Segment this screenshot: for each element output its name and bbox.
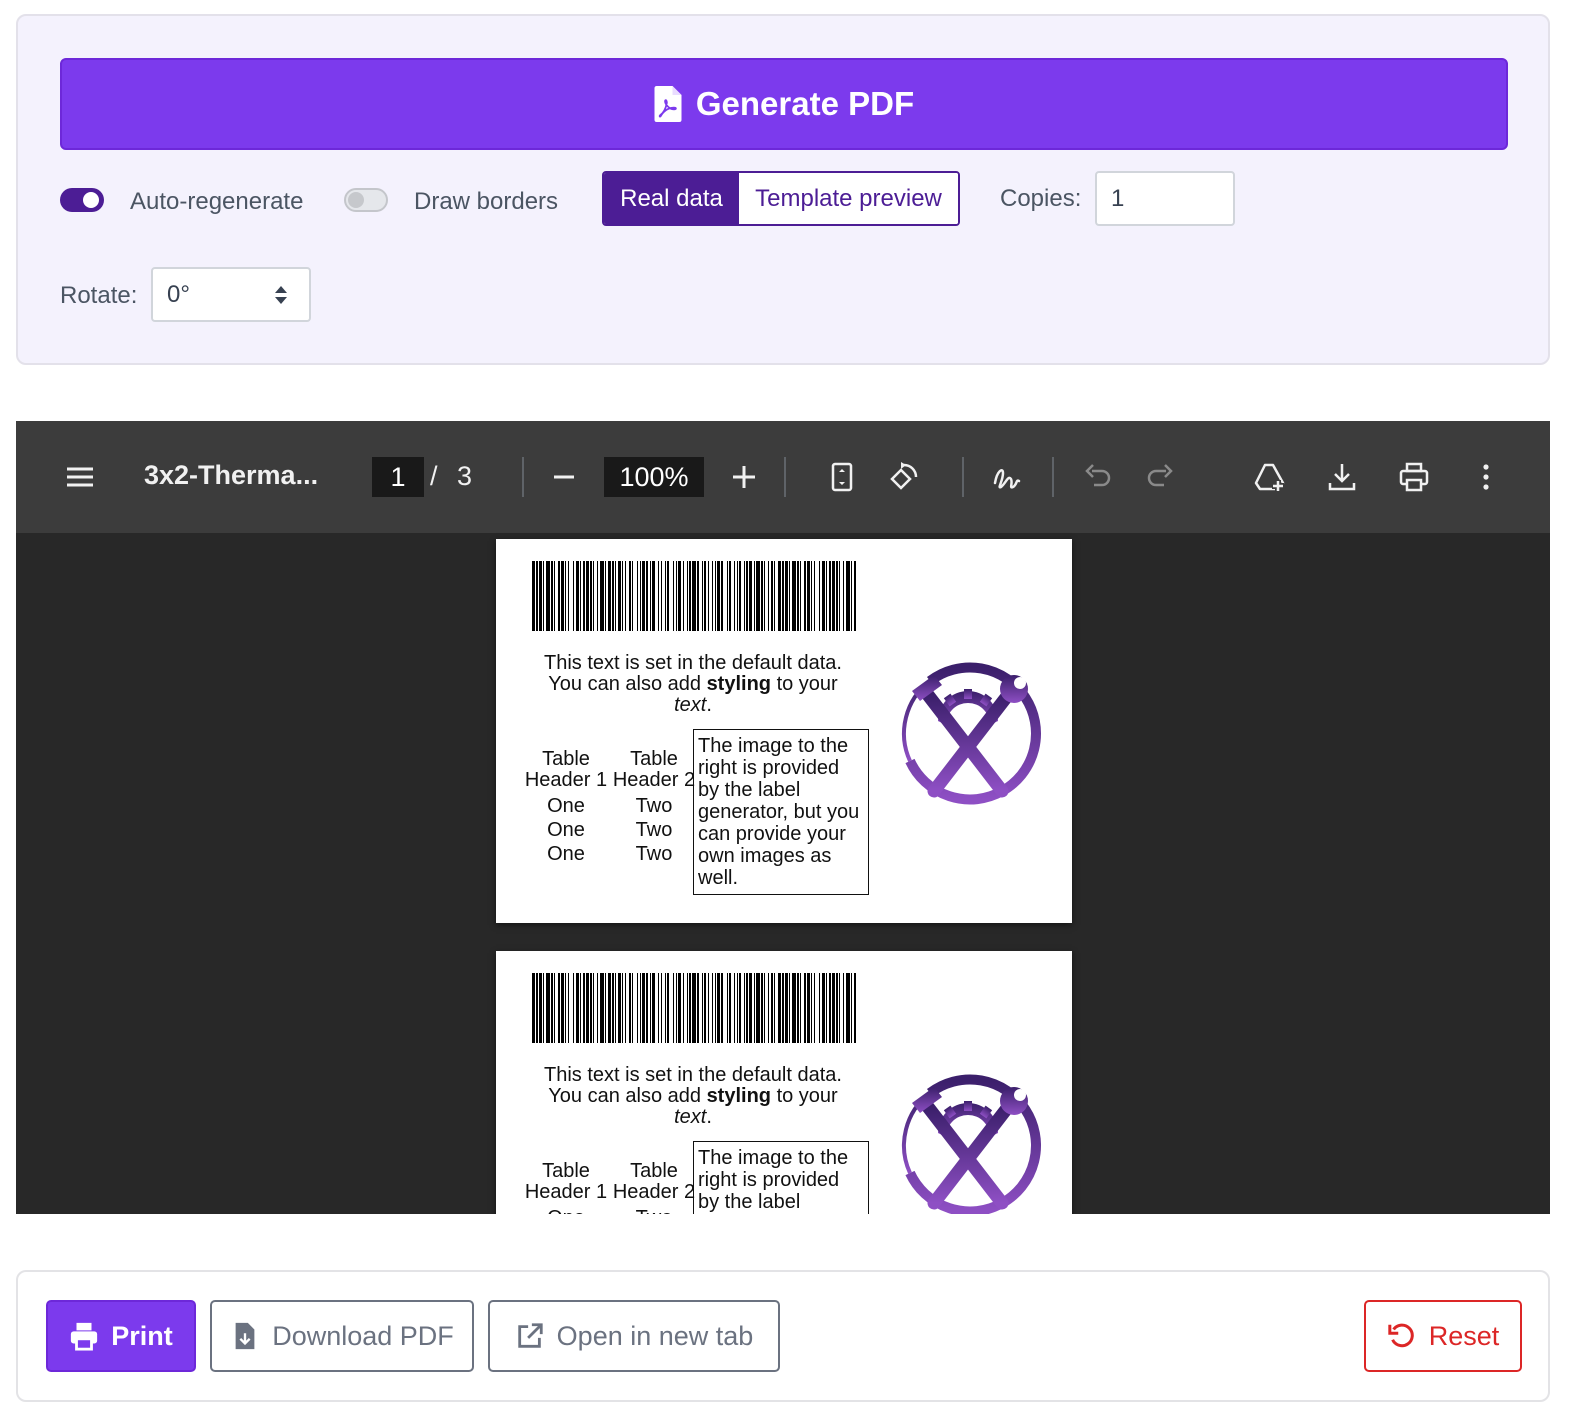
toggle-knob: [348, 192, 364, 208]
draw-borders-label: Draw borders: [414, 188, 559, 215]
action-bar: Print Download PDF Open in new tab Reset: [16, 1270, 1550, 1402]
table-header: Table Header 2: [612, 748, 696, 791]
toolbar-divider: [522, 457, 524, 497]
copies-label: Copies:: [1000, 185, 1082, 212]
download-icon[interactable]: [1326, 461, 1358, 493]
toolbar-divider: [1052, 457, 1054, 497]
open-new-tab-label: Open in new tab: [556, 1320, 754, 1351]
table-row: OneTwo: [547, 819, 673, 841]
rotate-page-icon[interactable]: [888, 461, 920, 493]
image-note-box: The image to the right is provided by th…: [693, 729, 869, 895]
mode-template-preview[interactable]: Template preview: [739, 173, 958, 224]
print-label: Print: [111, 1320, 173, 1351]
drive-save-icon[interactable]: [1254, 461, 1286, 493]
table-row: OneTwo: [547, 795, 673, 817]
table-header: Table Header 1: [524, 748, 608, 791]
fit-page-icon[interactable]: [826, 461, 858, 493]
mode-real-data[interactable]: Real data: [604, 173, 739, 224]
label-description: This text is set in the default data. Yo…: [544, 1064, 842, 1128]
draw-borders-toggle[interactable]: [344, 188, 388, 212]
pdf-page: This text is set in the default data. Yo…: [496, 951, 1072, 1214]
auto-regenerate-label: Auto-regenerate: [130, 188, 304, 215]
barcode: [532, 973, 856, 1043]
pdf-viewer: 3x2-Therma... 1 / 3 100% This text is se…: [16, 421, 1550, 1214]
page-total: 3: [457, 461, 473, 491]
toolbar-divider: [784, 457, 786, 497]
file-download-icon: [235, 1322, 255, 1350]
tools-logo-icon: [902, 1074, 1041, 1214]
print-icon: [71, 1322, 98, 1351]
viewer-toolbar: 3x2-Therma... 1 / 3 100%: [16, 421, 1550, 533]
menu-icon[interactable]: [64, 461, 96, 493]
reset-label: Reset: [1428, 1320, 1500, 1351]
table-row: OneTwo: [547, 843, 673, 865]
label-table: Table Header 1 Table Header 2 OneTwo One…: [522, 749, 698, 866]
reset-button[interactable]: Reset: [1364, 1300, 1522, 1372]
document-title: 3x2-Therma...: [144, 460, 319, 490]
rotate-label: Rotate:: [60, 282, 138, 309]
auto-regenerate-toggle[interactable]: [60, 188, 104, 212]
image-note-box: The image to the right is provided by th…: [693, 1141, 869, 1214]
label-table: Table Header 1 Table Header 2 OneTwo One…: [522, 1160, 698, 1215]
generate-pdf-label: Generate PDF: [695, 85, 915, 122]
settings-panel: Generate PDF Auto-regenerate Draw border…: [16, 14, 1550, 365]
zoom-in-icon[interactable]: [728, 461, 760, 493]
select-arrows-icon: [275, 286, 287, 304]
page-number-input[interactable]: 1: [372, 457, 424, 497]
page-separator: /: [430, 461, 438, 491]
pdf-page: This text is set in the default data. Yo…: [496, 539, 1072, 923]
undo-icon[interactable]: [1082, 461, 1114, 493]
redo-icon[interactable]: [1144, 461, 1176, 493]
table-row: OneTwo: [522, 1206, 698, 1214]
toggle-knob: [83, 192, 99, 208]
pdf-file-icon: [654, 86, 682, 122]
zoom-out-icon[interactable]: [548, 461, 580, 493]
barcode: [532, 561, 856, 631]
label-description: This text is set in the default data. Yo…: [544, 652, 842, 716]
download-pdf-label: Download PDF: [272, 1320, 454, 1351]
table-header: Table Header 2: [612, 1160, 696, 1203]
tools-logo-icon: [902, 662, 1041, 805]
more-options-icon[interactable]: [1470, 461, 1502, 493]
download-pdf-button[interactable]: Download PDF: [210, 1300, 474, 1372]
rotate-select[interactable]: 0°: [151, 267, 311, 322]
toolbar-divider: [962, 457, 964, 497]
copies-input[interactable]: 1: [1095, 171, 1235, 226]
annotate-pen-icon[interactable]: [991, 461, 1023, 493]
print-icon[interactable]: [1398, 461, 1430, 493]
rotate-value: 0°: [167, 280, 190, 308]
print-button[interactable]: Print: [46, 1300, 196, 1372]
data-mode-switch: Real data Template preview: [602, 171, 960, 226]
table-header: Table Header 1: [524, 1160, 608, 1203]
reset-icon: [1388, 1323, 1414, 1348]
generate-pdf-button[interactable]: Generate PDF: [60, 58, 1508, 150]
external-link-icon: [517, 1323, 543, 1348]
open-new-tab-button[interactable]: Open in new tab: [488, 1300, 780, 1372]
zoom-level-input[interactable]: 100%: [604, 457, 704, 497]
